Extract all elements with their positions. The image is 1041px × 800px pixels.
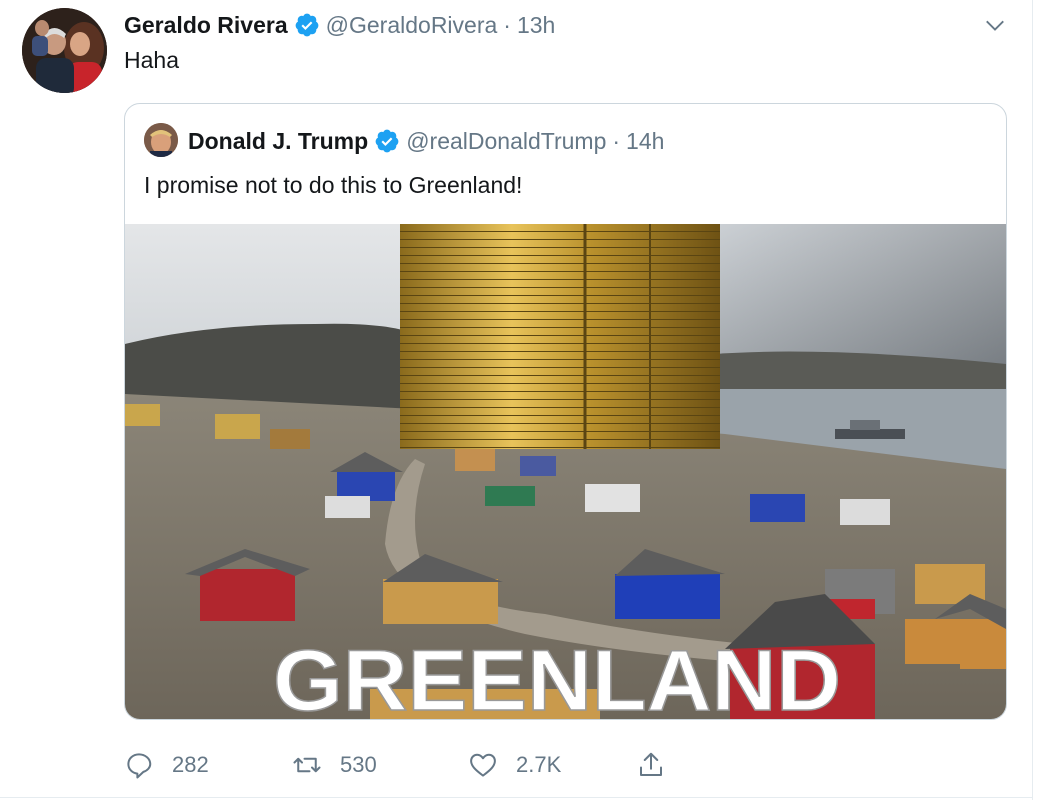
quoted-author-handle[interactable]: @realDonaldTrump — [406, 128, 606, 155]
reply-button[interactable]: 282 — [124, 745, 209, 785]
quoted-tweet-timestamp[interactable]: 14h — [626, 128, 664, 155]
author-name[interactable]: Geraldo Rivera — [124, 12, 288, 39]
author-handle[interactable]: @GeraldoRivera — [326, 12, 498, 39]
separator-dot: · — [612, 127, 621, 154]
retweet-count: 530 — [340, 752, 377, 777]
divider — [0, 797, 1033, 798]
retweet-button[interactable]: 530 — [292, 745, 377, 785]
share-button[interactable] — [636, 745, 684, 785]
quoted-tweet-text: I promise not to do this to Greenland! — [144, 172, 523, 198]
like-count: 2.7K — [516, 752, 562, 777]
profile-photo-icon — [22, 8, 107, 93]
quoted-author-name[interactable]: Donald J. Trump — [188, 128, 368, 155]
tweet-actions: 282 530 2.7K — [124, 745, 764, 785]
reply-count: 282 — [172, 752, 209, 777]
verified-badge-icon — [295, 13, 319, 37]
like-button[interactable]: 2.7K — [468, 745, 561, 785]
separator-dot: · — [503, 11, 511, 38]
tweet-header: Geraldo Rivera @GeraldoRivera · 13h — [124, 10, 555, 40]
image-overlay-text: GREENLAND — [273, 633, 841, 720]
retweet-icon — [293, 757, 321, 773]
share-icon — [640, 752, 662, 776]
heart-icon — [470, 753, 496, 777]
tweet-text: Haha — [124, 47, 179, 73]
chevron-down-icon[interactable] — [984, 14, 1006, 36]
quoted-author-avatar[interactable] — [144, 123, 178, 157]
reply-icon — [127, 753, 152, 779]
author-avatar[interactable] — [22, 8, 107, 93]
verified-badge-icon — [375, 129, 399, 153]
photo-icon: GREENLAND — [125, 224, 1006, 720]
tweet-timestamp[interactable]: 13h — [517, 12, 555, 39]
quoted-tweet-header: Donald J. Trump @realDonaldTrump · 14h — [188, 126, 664, 156]
profile-photo-icon — [144, 123, 178, 157]
quoted-tweet-image[interactable]: GREENLAND — [125, 224, 1006, 720]
quoted-tweet[interactable]: Donald J. Trump @realDonaldTrump · 14h I… — [124, 103, 1007, 720]
tweet-card: Geraldo Rivera @GeraldoRivera · 13h Haha… — [0, 0, 1033, 800]
